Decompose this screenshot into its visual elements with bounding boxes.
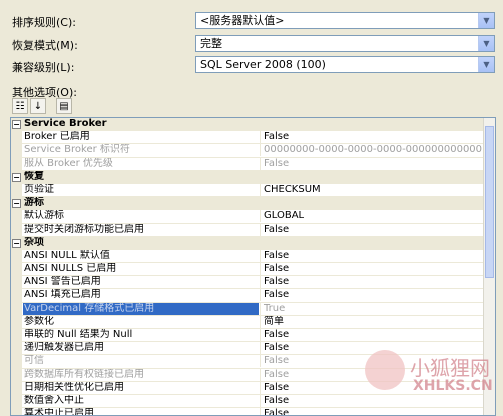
grid-property-value[interactable]: True	[260, 302, 483, 315]
grid-property-row[interactable]: ANSI NULLS 已启用 False	[11, 263, 495, 277]
grid-property-value[interactable]: 简单	[260, 315, 483, 328]
collapse-icon[interactable]: −	[12, 199, 21, 209]
grid-property-value[interactable]: 00000000-0000-0000-0000-000000000000	[260, 144, 483, 157]
recovery-model-value: 完整	[200, 37, 222, 50]
grid-property-value[interactable]: False	[260, 329, 483, 341]
grid-property-row[interactable]: VarDecimal 存储格式已启用 True	[11, 302, 495, 316]
grid-property-name[interactable]: 参数化	[23, 316, 259, 328]
categorized-icon[interactable]: ☷	[12, 98, 28, 114]
grid-property-row[interactable]: 服从 Broker 优先级 False	[11, 157, 495, 171]
grid-property-name[interactable]: 算术中止已启用	[23, 408, 259, 415]
watermark-text-cn: 小狐狸网	[410, 356, 490, 380]
compat-level-label: 兼容级别(L):	[12, 61, 75, 74]
grid-property-value[interactable]: False	[260, 157, 483, 170]
grid-property-name[interactable]: 页验证	[23, 184, 259, 196]
property-grid-toolbar: ☷ ↓ ▤	[12, 98, 72, 116]
collapse-icon[interactable]: −	[12, 172, 21, 182]
alphabetical-icon[interactable]: ↓	[30, 98, 46, 114]
grid-property-row[interactable]: 默认游标 GLOBAL	[11, 210, 495, 224]
grid-property-value[interactable]: CHECKSUM	[260, 183, 483, 196]
grid-property-value[interactable]: GLOBAL	[260, 210, 483, 223]
grid-property-name[interactable]: Broker 已启用	[23, 131, 259, 143]
grid-property-name[interactable]: 服从 Broker 优先级	[23, 158, 259, 170]
grid-property-name[interactable]: 跨数据库所有权链接已启用	[23, 369, 259, 381]
grid-property-name[interactable]: ANSI 填充已启用	[23, 289, 259, 301]
recovery-model-combo[interactable]: 完整 ▼	[195, 35, 495, 52]
recovery-model-label: 恢复模式(M):	[12, 39, 78, 52]
grid-property-value[interactable]: False	[260, 263, 483, 276]
grid-property-name[interactable]: 可信	[23, 355, 259, 367]
grid-property-value[interactable]: False	[260, 223, 483, 236]
collapse-icon[interactable]: −	[12, 120, 21, 129]
scrollbar-thumb[interactable]	[485, 126, 494, 278]
grid-category-label: 游标	[24, 197, 44, 209]
compat-level-value: SQL Server 2008 (100)	[200, 58, 326, 71]
grid-property-name[interactable]: ANSI NULL 默认值	[23, 250, 259, 262]
collapse-icon[interactable]: −	[12, 238, 21, 248]
grid-property-row[interactable]: 参数化 简单	[11, 315, 495, 329]
grid-property-value[interactable]: False	[260, 131, 483, 144]
chevron-down-icon[interactable]: ▼	[478, 13, 494, 28]
grid-property-value[interactable]: False	[260, 249, 483, 262]
chevron-down-icon[interactable]: ▼	[478, 57, 494, 72]
grid-category-label: Service Broker	[24, 118, 107, 129]
collation-label: 排序规则(C):	[12, 16, 76, 29]
grid-property-name[interactable]: ANSI NULLS 已启用	[23, 263, 259, 275]
grid-category[interactable]: − Service Broker	[11, 118, 495, 132]
grid-property-value[interactable]: False	[260, 276, 483, 289]
chevron-down-icon[interactable]: ▼	[478, 36, 494, 51]
grid-property-name[interactable]: ANSI 警告已启用	[23, 276, 259, 288]
grid-property-name[interactable]: 日期相关性优化已启用	[23, 382, 259, 394]
grid-property-row[interactable]: ANSI 警告已启用 False	[11, 276, 495, 290]
property-pages-icon[interactable]: ▤	[56, 98, 72, 114]
fox-logo-icon	[365, 350, 405, 390]
watermark-text-en: XHLKS.CN	[413, 378, 493, 394]
grid-property-name[interactable]: 提交时关闭游标功能已启用	[23, 224, 259, 236]
grid-category[interactable]: − 杂项	[11, 236, 495, 250]
grid-category[interactable]: − 恢复	[11, 170, 495, 184]
grid-property-row[interactable]: Service Broker 标识符 00000000-0000-0000-000…	[11, 144, 495, 158]
grid-property-name[interactable]: VarDecimal 存储格式已启用	[23, 302, 259, 315]
watermark: 小狐狸网 XHLKS.CN	[365, 350, 495, 410]
grid-category-label: 恢复	[24, 170, 44, 182]
grid-property-row[interactable]: 串联的 Null 结果为 Null False	[11, 329, 495, 343]
grid-property-name[interactable]: 数值舍入中止	[23, 395, 259, 407]
collation-combo[interactable]: <服务器默认值> ▼	[195, 12, 495, 29]
grid-property-name[interactable]: Service Broker 标识符	[23, 144, 259, 156]
collation-value: <服务器默认值>	[200, 14, 285, 27]
grid-property-row[interactable]: 页验证 CHECKSUM	[11, 183, 495, 198]
grid-property-row[interactable]: 提交时关闭游标功能已启用 False	[11, 223, 495, 237]
grid-category-label: 杂项	[24, 236, 44, 248]
grid-property-value[interactable]: False	[260, 289, 483, 302]
grid-property-row[interactable]: ANSI NULL 默认值 False	[11, 249, 495, 264]
grid-property-row[interactable]: Broker 已启用 False	[11, 131, 495, 145]
grid-property-row[interactable]: ANSI 填充已启用 False	[11, 289, 495, 303]
grid-property-name[interactable]: 串联的 Null 结果为 Null	[23, 329, 259, 341]
compat-level-combo[interactable]: SQL Server 2008 (100) ▼	[195, 56, 495, 73]
grid-property-name[interactable]: 递归触发器已启用	[23, 342, 259, 354]
grid-property-name[interactable]: 默认游标	[23, 210, 259, 222]
grid-category[interactable]: − 游标	[11, 197, 495, 211]
